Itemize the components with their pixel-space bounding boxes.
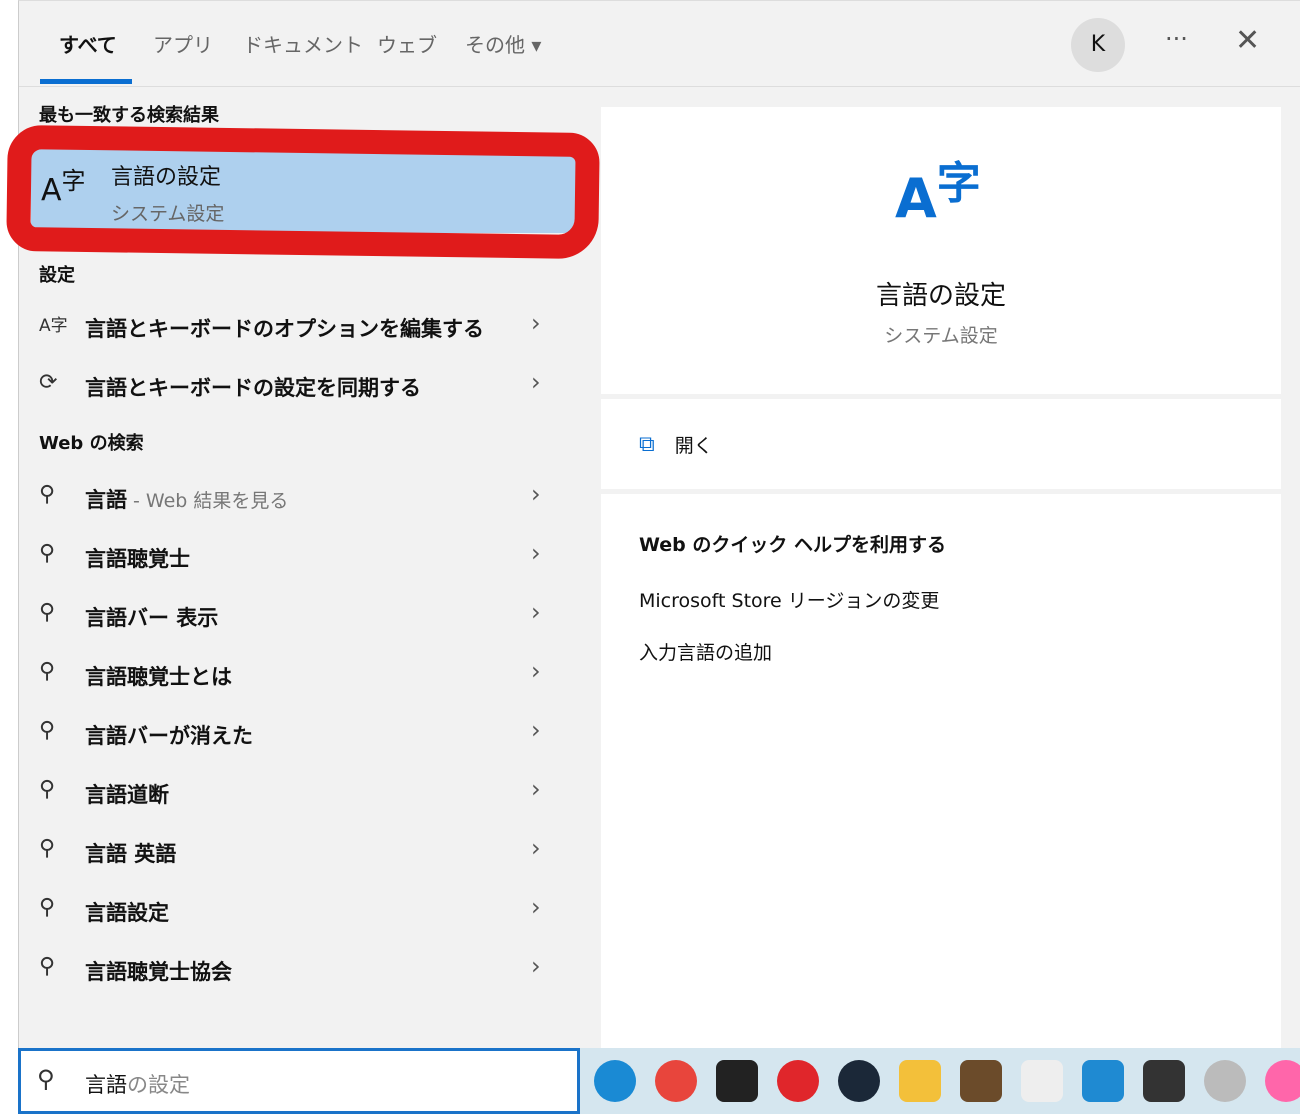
chrome-icon[interactable]: [655, 1060, 697, 1102]
search-typed-text: 言語: [85, 1073, 127, 1097]
header: すべて アプリ ドキュメント ウェブ その他 ▾ K ··· ✕: [19, 1, 1300, 87]
search-icon: ⚲: [39, 836, 56, 861]
red-annotation-circle: [6, 124, 600, 260]
chevron-right-icon: ›: [531, 480, 541, 508]
web-search-item[interactable]: ⚲ 言語聴覚士 ›: [19, 529, 579, 585]
open-label: 開く: [674, 434, 713, 457]
search-icon: ⚲: [39, 954, 56, 979]
tab-apps[interactable]: アプリ: [153, 29, 213, 58]
item-label: 言語 - Web 結果を見る: [85, 488, 289, 512]
detail-subtitle: システム設定: [884, 325, 998, 347]
web-search-item[interactable]: ⚲ 言語聴覚士とは ›: [19, 647, 579, 703]
item-label: 言語とキーボードのオプションを編集する: [85, 317, 484, 341]
search-input[interactable]: ⚲ 言語の設定: [18, 1048, 580, 1114]
minecraft-icon[interactable]: [960, 1060, 1002, 1102]
help-link[interactable]: 入力言語の追加: [639, 638, 772, 665]
chevron-right-icon: ›: [531, 539, 541, 567]
open-card: ⧉ 開く: [601, 399, 1281, 489]
item-label: 言語道断: [85, 783, 169, 807]
search-icon: ⚲: [37, 1065, 55, 1093]
settings-header: 設定: [39, 265, 75, 286]
chevron-right-icon: ›: [531, 893, 541, 921]
avatar[interactable]: K: [1071, 18, 1125, 72]
tab-documents[interactable]: ドキュメント: [243, 29, 363, 58]
tab-more[interactable]: その他 ▾: [465, 29, 541, 58]
item-label: 言語とキーボードの設定を同期する: [85, 376, 421, 400]
vscode-icon[interactable]: [1082, 1060, 1124, 1102]
settings-item[interactable]: ⟳ 言語とキーボードの設定を同期する ›: [19, 358, 579, 414]
steam-icon[interactable]: [838, 1060, 880, 1102]
chevron-right-icon: ›: [531, 834, 541, 862]
item-label: 言語設定: [85, 901, 169, 925]
search-icon: ⚲: [39, 482, 56, 507]
best-match-header: 最も一致する検索結果: [39, 105, 219, 126]
more-options-button[interactable]: ···: [1165, 25, 1188, 53]
active-tab-indicator: [40, 79, 132, 84]
epic-games-icon[interactable]: [716, 1060, 758, 1102]
search-icon: ⚲: [39, 718, 56, 743]
search-icon: ⚲: [39, 541, 56, 566]
help-card: Web のクイック ヘルプを利用する Microsoft Store リージョン…: [601, 494, 1281, 1049]
help-header: Web のクイック ヘルプを利用する: [639, 534, 946, 556]
item-label: 言語バーが消えた: [85, 724, 253, 748]
speaker-icon[interactable]: [1204, 1060, 1246, 1102]
open-button[interactable]: ⧉ 開く: [639, 429, 713, 459]
file-explorer-icon[interactable]: [899, 1060, 941, 1102]
detail-card: A字 言語の設定 システム設定: [601, 107, 1281, 394]
search-suggestion: の設定: [127, 1073, 190, 1097]
open-external-icon: ⧉: [639, 431, 655, 457]
chevron-right-icon: ›: [531, 657, 541, 685]
web-search-item[interactable]: ⚲ 言語バーが消えた ›: [19, 706, 579, 762]
item-label: 言語聴覚士協会: [85, 960, 232, 984]
taskbar: [580, 1048, 1300, 1114]
search-icon: ⚲: [39, 895, 56, 920]
settings-item[interactable]: A字 言語とキーボードのオプションを編集する ›: [19, 299, 579, 355]
web-search-item[interactable]: ⚲ 言語設定 ›: [19, 883, 579, 939]
web-search-item[interactable]: ⚲ 言語聴覚士協会 ›: [19, 942, 579, 998]
chevron-right-icon: ›: [531, 716, 541, 744]
item-label: 言語バー 表示: [85, 606, 219, 630]
chevron-right-icon: ›: [531, 598, 541, 626]
web-search-item[interactable]: ⚲ 言語 英語 ›: [19, 824, 579, 880]
item-label: 言語 英語: [85, 842, 177, 866]
help-link[interactable]: Microsoft Store リージョンの変更: [639, 586, 939, 613]
search-window: すべて アプリ ドキュメント ウェブ その他 ▾ K ··· ✕ 最も一致する検…: [6, 0, 1300, 1049]
web-search-item[interactable]: ⚲ 言語 - Web 結果を見る ›: [19, 470, 579, 526]
chevron-right-icon: ›: [531, 775, 541, 803]
search-icon: ⚲: [39, 777, 56, 802]
sync-icon: ⟳: [39, 370, 58, 395]
close-button[interactable]: ✕: [1235, 23, 1260, 58]
item-label: 言語聴覚士: [85, 547, 190, 571]
detail-title: 言語の設定: [875, 281, 1006, 311]
tab-web[interactable]: ウェブ: [377, 29, 437, 58]
chevron-right-icon: ›: [531, 952, 541, 980]
edge-icon[interactable]: [594, 1060, 636, 1102]
tab-all[interactable]: すべて: [59, 29, 117, 58]
web-search-header: Web の検索: [39, 433, 144, 454]
item-label: 言語聴覚士とは: [85, 665, 232, 689]
search-icon: ⚲: [39, 600, 56, 625]
language-icon: A字: [895, 158, 981, 230]
riot-icon[interactable]: [777, 1060, 819, 1102]
web-search-item[interactable]: ⚲ 言語バー 表示 ›: [19, 588, 579, 644]
chevron-right-icon: ›: [531, 309, 541, 337]
notion-icon[interactable]: [1021, 1060, 1063, 1102]
web-search-item[interactable]: ⚲ 言語道断 ›: [19, 765, 579, 821]
chevron-right-icon: ›: [531, 368, 541, 396]
terminal-icon[interactable]: [1143, 1060, 1185, 1102]
language-icon: A字: [39, 316, 68, 336]
search-icon: ⚲: [39, 659, 56, 684]
osu-icon[interactable]: [1265, 1060, 1300, 1102]
